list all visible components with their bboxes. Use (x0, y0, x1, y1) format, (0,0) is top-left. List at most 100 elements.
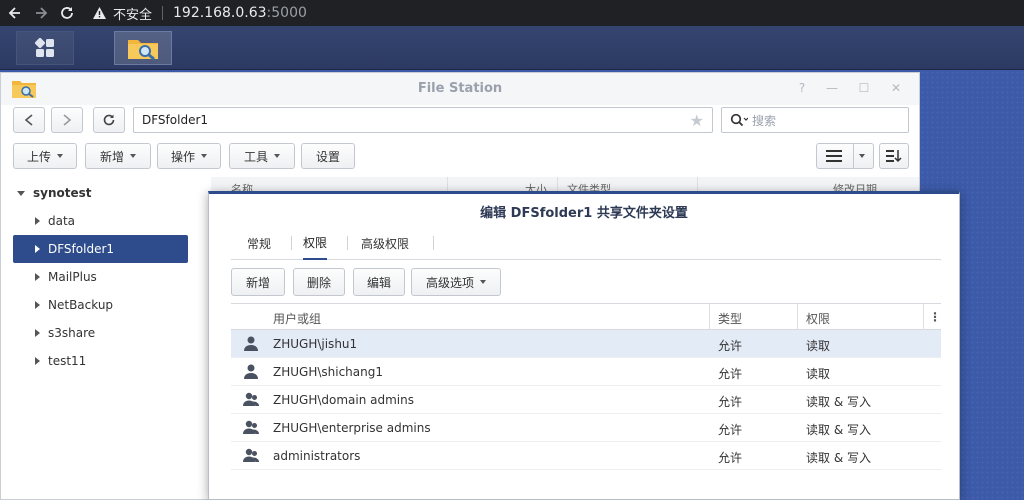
column-name[interactable]: 名称 (231, 181, 253, 191)
advanced-options-button[interactable]: 高级选项 (411, 268, 501, 296)
edit-button-label: 编辑 (366, 275, 391, 290)
grid-header: 用户或组 类型 权限 ⋮ (231, 303, 941, 330)
tab-advanced-permissions[interactable]: 高级权限 (361, 226, 409, 260)
tree-root-synotest[interactable]: synotest (13, 179, 188, 207)
star-icon[interactable]: ★ (690, 111, 704, 130)
tab-general[interactable]: 常规 (247, 226, 271, 260)
back-icon[interactable] (4, 2, 26, 24)
close-icon[interactable]: ✕ (889, 81, 903, 95)
tree-item-mailplus[interactable]: MailPlus (13, 263, 188, 291)
delete-button[interactable]: 删除 (293, 268, 345, 296)
row-type: 允许 (718, 395, 743, 409)
refresh-button[interactable] (93, 107, 125, 133)
tree-item-label: DFSfolder1 (48, 242, 115, 256)
dialog-tabs: 常规 权限 高级权限 (231, 226, 941, 260)
security-indicator[interactable]: 不安全 (92, 4, 152, 23)
advanced-options-label: 高级选项 (425, 275, 474, 290)
tree-item-data[interactable]: data (13, 207, 188, 235)
tools-button-label: 工具 (243, 149, 268, 164)
create-button[interactable]: 新增 (85, 143, 151, 169)
collapse-icon[interactable] (35, 329, 40, 337)
settings-button[interactable]: 设置 (301, 143, 355, 169)
action-button-label: 操作 (170, 149, 195, 164)
table-row[interactable]: ZHUGH\domain admins 允许 读取 & 写入 (231, 386, 941, 414)
path-input[interactable]: DFSfolder1 ★ (133, 107, 713, 133)
tree-root-label: synotest (33, 186, 92, 200)
add-button-label: 新增 (245, 275, 270, 290)
column-type[interactable]: 类型 (718, 310, 742, 327)
search-input[interactable]: 搜索 (721, 107, 909, 133)
delete-button-label: 删除 (306, 275, 331, 290)
column-menu-icon[interactable]: ⋮ (929, 310, 941, 324)
sort-button[interactable] (879, 143, 909, 169)
row-permission: 读取 & 写入 (806, 423, 871, 437)
table-row[interactable]: ZHUGH\jishu1 允许 读取 (231, 330, 941, 358)
row-permission: 读取 & 写入 (806, 451, 871, 465)
file-station-taskbar-button[interactable] (114, 31, 172, 65)
folder-search-icon (128, 40, 158, 61)
window-titlebar[interactable]: File Station ? — ☐ ✕ (1, 73, 919, 105)
maximize-icon[interactable]: ☐ (857, 81, 871, 95)
list-view-icon (826, 150, 842, 162)
chevron-down-icon (274, 154, 280, 158)
row-permission: 读取 (806, 339, 831, 353)
column-user-or-group[interactable]: 用户或组 (273, 310, 321, 327)
reload-icon[interactable] (56, 2, 78, 24)
tools-button[interactable]: 工具 (229, 143, 295, 169)
view-mode-button[interactable] (816, 143, 874, 169)
action-button[interactable]: 操作 (157, 143, 221, 169)
row-permission: 读取 (806, 367, 831, 381)
row-type: 允许 (718, 423, 743, 437)
security-label: 不安全 (113, 7, 153, 23)
share-folder-settings-dialog: 编辑 DFSfolder1 共享文件夹设置 常规 权限 高级权限 新增 删除 编… (208, 191, 960, 500)
tree-item-test11[interactable]: test11 (13, 347, 188, 375)
tree-item-s3share[interactable]: s3share (13, 319, 188, 347)
column-type[interactable]: 文件类型 (567, 181, 611, 191)
file-list-header: 名称 大小 文件类型 修改日期 (211, 177, 919, 191)
table-row[interactable]: ZHUGH\shichang1 允许 读取 (231, 358, 941, 386)
tab-separator (433, 236, 434, 250)
url-port[interactable]: :5000 (267, 5, 307, 21)
settings-button-label: 设置 (315, 149, 340, 164)
table-row[interactable]: administrators 允许 读取 & 写入 (231, 442, 941, 470)
help-icon[interactable]: ? (795, 81, 809, 95)
tree-item-label: s3share (48, 326, 96, 340)
create-button-label: 新增 (99, 149, 124, 164)
expand-icon[interactable] (17, 190, 25, 196)
chevron-down-icon (130, 154, 136, 158)
column-separator (447, 177, 448, 191)
tree-item-dfsfolder1[interactable]: DFSfolder1 (13, 235, 188, 263)
tab-separator (347, 236, 348, 250)
minimize-icon[interactable]: — (825, 81, 839, 95)
row-name: ZHUGH\jishu1 (273, 337, 358, 351)
back-button[interactable] (13, 107, 45, 133)
collapse-icon[interactable] (35, 217, 40, 225)
collapse-icon[interactable] (35, 357, 40, 365)
collapse-icon[interactable] (35, 245, 40, 253)
path-text: DFSfolder1 (142, 113, 209, 127)
edit-button[interactable]: 编辑 (353, 268, 405, 296)
url-host[interactable]: 192.168.0.63 (173, 5, 267, 21)
collapse-icon[interactable] (35, 301, 40, 309)
upload-button[interactable]: 上传 (13, 143, 77, 169)
group-icon (243, 420, 259, 434)
refresh-icon (103, 114, 115, 126)
column-modified[interactable]: 修改日期 (833, 181, 877, 191)
row-name: ZHUGH\shichang1 (273, 365, 383, 379)
tree-item-label: NetBackup (48, 298, 114, 312)
main-menu-button[interactable] (16, 31, 74, 65)
add-button[interactable]: 新增 (231, 268, 285, 296)
tab-permissions[interactable]: 权限 (303, 226, 328, 260)
collapse-icon[interactable] (35, 273, 40, 281)
column-size[interactable]: 大小 (525, 181, 547, 191)
row-type: 允许 (718, 451, 743, 465)
table-row[interactable]: ZHUGH\enterprise admins 允许 读取 & 写入 (231, 414, 941, 442)
chevron-left-icon (24, 114, 33, 126)
tree-item-label: MailPlus (48, 270, 97, 284)
tree-item-netbackup[interactable]: NetBackup (13, 291, 188, 319)
grid-icon (34, 37, 54, 57)
column-permission[interactable]: 权限 (806, 310, 830, 327)
forward-icon[interactable] (30, 2, 52, 24)
forward-button[interactable] (51, 107, 83, 133)
dsm-taskbar (0, 26, 1024, 70)
